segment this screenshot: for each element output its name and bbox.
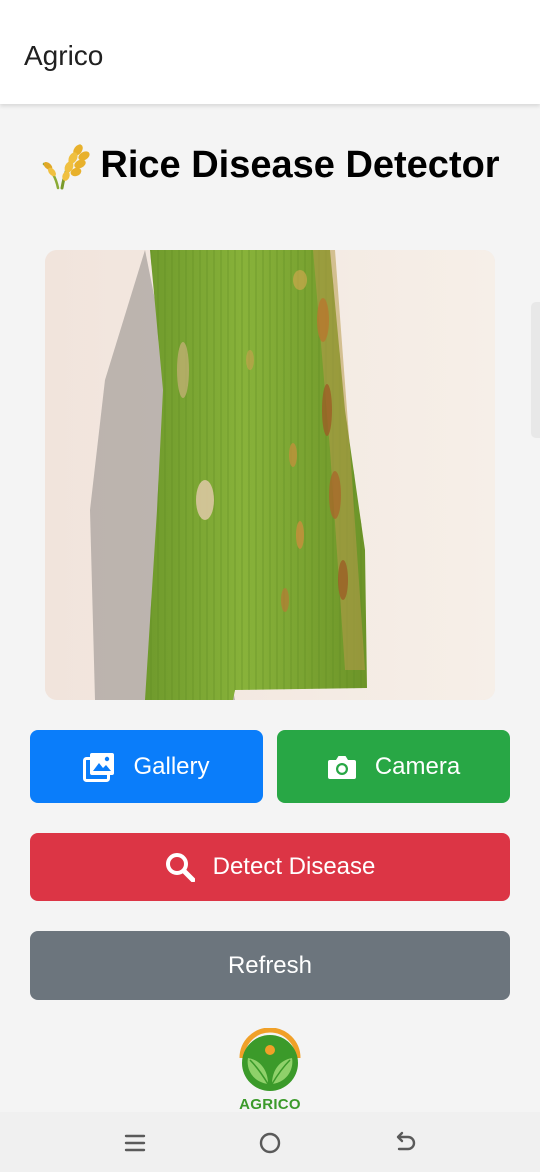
page-header: Rice Disease Detector bbox=[0, 140, 540, 190]
gallery-button[interactable]: Gallery bbox=[30, 730, 263, 803]
app-title: Agrico bbox=[24, 40, 104, 71]
home-icon[interactable] bbox=[255, 1128, 285, 1158]
detect-disease-button-label: Detect Disease bbox=[212, 853, 376, 880]
camera-button[interactable]: Camera bbox=[277, 730, 510, 803]
menu-icon[interactable] bbox=[120, 1128, 150, 1158]
refresh-button[interactable]: Refresh bbox=[30, 931, 510, 1000]
detect-disease-button[interactable]: Detect Disease bbox=[30, 833, 510, 901]
agrico-logo: AGRICO bbox=[232, 1027, 308, 1118]
gallery-button-label: Gallery bbox=[133, 752, 210, 780]
scroll-handle[interactable] bbox=[531, 302, 540, 438]
rice-plant-icon bbox=[43, 144, 90, 190]
camera-button-label: Camera bbox=[374, 752, 461, 780]
camera-icon bbox=[327, 755, 356, 779]
leaf-image-preview bbox=[45, 250, 495, 700]
refresh-button-label: Refresh bbox=[227, 951, 313, 979]
rice-leaf-photo bbox=[45, 250, 495, 700]
system-nav-bar bbox=[0, 1112, 540, 1172]
search-icon bbox=[165, 853, 195, 882]
app-bar: Agrico bbox=[0, 0, 540, 104]
agrico-leaf-logo bbox=[239, 1027, 301, 1091]
back-icon[interactable] bbox=[390, 1128, 420, 1158]
page-title: Rice Disease Detector bbox=[100, 143, 500, 186]
gallery-icon bbox=[83, 752, 115, 782]
agrico-logo-text: AGRICO bbox=[239, 1096, 301, 1113]
